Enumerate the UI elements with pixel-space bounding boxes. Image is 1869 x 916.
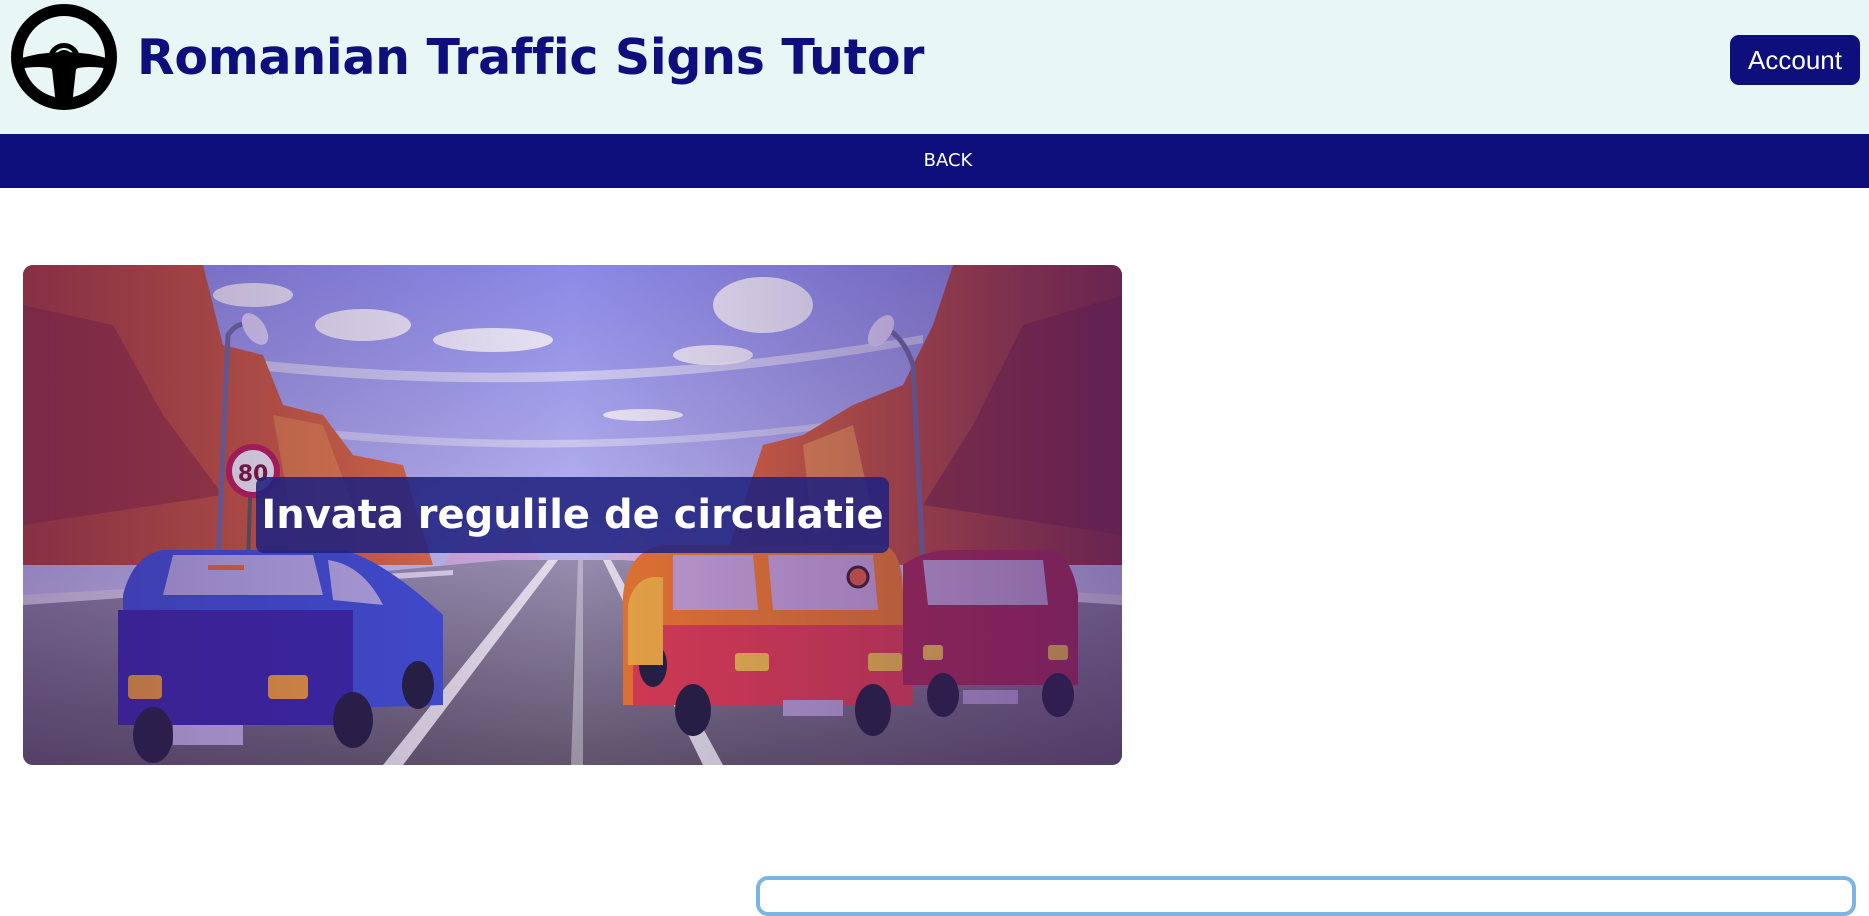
content-card <box>756 876 1856 916</box>
hero-caption: Invata regulile de circulatie <box>256 477 889 553</box>
site-title: Romanian Traffic Signs Tutor <box>137 29 925 86</box>
site-header: Romanian Traffic Signs Tutor Account <box>0 0 1869 134</box>
hero-banner[interactable]: 80 <box>23 265 1122 765</box>
steering-wheel-icon[interactable] <box>10 3 118 111</box>
nav-bar: BACK <box>0 134 1869 188</box>
account-button[interactable]: Account <box>1730 35 1860 85</box>
back-link[interactable]: BACK <box>0 134 1869 188</box>
